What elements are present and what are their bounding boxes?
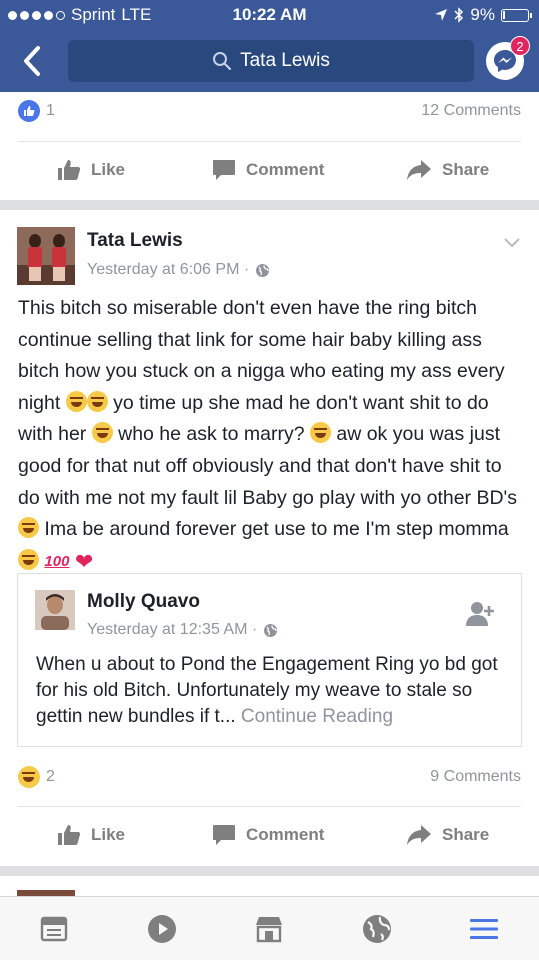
feed-divider	[0, 200, 539, 210]
like-count[interactable]: 1	[46, 102, 55, 120]
like-icon	[58, 825, 81, 845]
prev-post-stats: 1 12 Comments	[0, 98, 539, 138]
post-body: This bitch so miserable don't even have …	[18, 293, 523, 577]
laughing-emoji-icon	[18, 548, 39, 570]
globe-icon	[264, 623, 278, 637]
share-label: Share	[442, 160, 490, 179]
globe-icon	[256, 263, 270, 277]
comment-icon	[213, 160, 235, 180]
nav-row: Tata Lewis 2	[0, 36, 539, 86]
facebook-screen: Sprint LTE 10:22 AM 9% Tata Lewis 2 1 12…	[0, 0, 539, 960]
search-bar[interactable]: Tata Lewis	[68, 40, 474, 82]
menu-icon	[470, 919, 498, 939]
post-stats: 2 9 Comments	[0, 764, 539, 804]
laughing-emoji-icon	[18, 517, 39, 539]
post-author[interactable]: Tata Lewis	[87, 230, 183, 252]
search-icon	[213, 52, 232, 71]
shared-post-time[interactable]: Yesterday at 12:35 AM ·	[87, 621, 257, 639]
share-button[interactable]: Share	[406, 159, 489, 181]
tab-notifications[interactable]	[361, 913, 393, 945]
like-icon	[58, 160, 81, 180]
chevron-down-icon[interactable]	[503, 237, 521, 249]
avatar-molly-quavo[interactable]	[35, 590, 75, 630]
reaction-count[interactable]: 2	[46, 768, 55, 786]
status-right: 9%	[434, 5, 532, 25]
separator	[18, 141, 521, 142]
continue-reading-link[interactable]: Continue Reading	[241, 706, 393, 727]
comment-icon	[213, 825, 235, 845]
tab-menu[interactable]	[468, 913, 500, 945]
comment-button[interactable]: Comment	[212, 159, 324, 181]
news-feed-icon	[40, 916, 68, 942]
battery-percent: 9%	[470, 5, 495, 24]
share-icon	[407, 825, 431, 845]
shared-post-meta: Yesterday at 12:35 AM ·	[87, 621, 278, 639]
tab-news-feed[interactable]	[38, 913, 70, 945]
post-text-part: who he ask to marry?	[112, 423, 310, 446]
location-arrow-icon	[435, 9, 448, 21]
like-label: Like	[91, 825, 126, 844]
comment-button[interactable]: Comment	[212, 824, 324, 846]
bottom-tab-bar	[0, 896, 539, 960]
separator	[18, 806, 521, 807]
comment-count[interactable]: 9 Comments	[430, 768, 521, 786]
back-arrow-icon[interactable]	[18, 44, 48, 78]
battery-icon	[501, 8, 532, 22]
shared-post-body: When u about to Pond the Engagement Ring…	[36, 652, 511, 730]
avatar-tata-lewis[interactable]	[17, 227, 75, 285]
comment-label: Comment	[246, 825, 325, 844]
like-button[interactable]: Like	[57, 159, 125, 181]
shared-post-author[interactable]: Molly Quavo	[87, 591, 200, 613]
laughing-emoji-icon	[65, 390, 87, 412]
tab-marketplace[interactable]	[253, 913, 285, 945]
laughing-emoji-icon	[309, 422, 331, 444]
like-reaction-icon	[18, 100, 40, 122]
post-meta: Yesterday at 6:06 PM ·	[87, 261, 270, 279]
shared-post-card[interactable]: Molly Quavo Yesterday at 12:35 AM · When…	[17, 573, 522, 747]
like-label: Like	[91, 160, 126, 179]
post-actions: Like Comment Share	[0, 813, 539, 863]
search-text: Tata Lewis	[240, 50, 330, 71]
haha-reaction-icon	[18, 766, 40, 788]
video-icon	[148, 915, 176, 943]
feed-divider	[0, 866, 539, 876]
post-text-part: Ima be around forever get use to me I'm …	[39, 518, 509, 541]
top-bar: Sprint LTE 10:22 AM 9% Tata Lewis 2	[0, 0, 539, 92]
share-button[interactable]: Share	[406, 824, 489, 846]
comment-label: Comment	[246, 160, 325, 179]
prev-post-actions: Like Comment Share	[0, 148, 539, 198]
bluetooth-icon	[454, 7, 464, 23]
share-icon	[407, 160, 431, 180]
like-button[interactable]: Like	[57, 824, 125, 846]
messenger-badge: 2	[510, 36, 530, 56]
post-time[interactable]: Yesterday at 6:06 PM ·	[87, 261, 249, 279]
add-friend-icon[interactable]	[465, 600, 497, 628]
laughing-emoji-icon	[86, 390, 108, 412]
notifications-globe-icon	[363, 915, 391, 943]
comment-count[interactable]: 12 Comments	[421, 102, 521, 120]
tab-video[interactable]	[146, 913, 178, 945]
laughing-emoji-icon	[91, 422, 113, 444]
share-label: Share	[442, 825, 490, 844]
marketplace-icon	[256, 917, 282, 943]
status-bar: Sprint LTE 10:22 AM 9%	[0, 0, 539, 30]
